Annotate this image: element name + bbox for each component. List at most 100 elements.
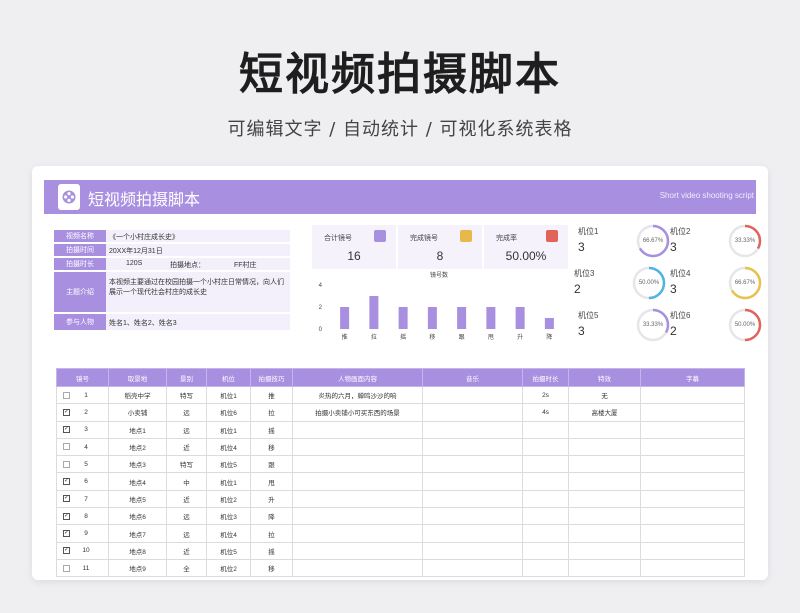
cell-sub[interactable] (640, 558, 745, 578)
location-value[interactable]: FF村庄 (234, 260, 257, 270)
cell-music[interactable] (422, 385, 523, 405)
cell-content[interactable] (292, 437, 423, 457)
done-checkbox[interactable]: ✓ (63, 547, 70, 555)
cell-sub[interactable] (640, 455, 745, 474)
shoot-time-value[interactable]: 20XX年12月31日 (106, 244, 290, 256)
cell-music[interactable] (422, 507, 523, 526)
cell-tech[interactable]: 跟 (250, 455, 293, 474)
cell-content[interactable] (292, 489, 423, 509)
cell-fx[interactable] (568, 472, 641, 491)
cell-tech[interactable]: 摇 (250, 541, 293, 560)
cell-sub[interactable] (640, 437, 745, 457)
cell-place[interactable]: 小卖铺 (108, 403, 167, 422)
done-checkbox[interactable] (63, 460, 70, 468)
cell-music[interactable] (422, 403, 523, 422)
cell-fx[interactable] (568, 489, 641, 509)
cell-scale[interactable]: 远 (166, 403, 207, 422)
done-checkbox[interactable]: ✓ (63, 495, 70, 503)
cell-music[interactable] (422, 489, 523, 509)
cell-scale[interactable]: 远 (166, 524, 207, 543)
cell-place[interactable]: 稻壳中学 (108, 385, 167, 405)
column-header[interactable]: 拍摄技巧 (250, 368, 293, 387)
cell-place[interactable]: 地点7 (108, 524, 167, 543)
cell-sub[interactable] (640, 385, 745, 405)
column-header[interactable]: 机位 (206, 368, 251, 387)
cell-cam[interactable]: 机位5 (206, 541, 251, 560)
cell-fx[interactable] (568, 437, 641, 457)
cell-scale[interactable]: 近 (166, 541, 207, 560)
cell-tech[interactable]: 甩 (250, 472, 293, 491)
cell-content[interactable] (292, 455, 423, 474)
column-header[interactable]: 景别 (166, 368, 207, 387)
people-value[interactable]: 姓名1、姓名2、姓名3 (106, 314, 290, 330)
cell-content[interactable] (292, 420, 423, 439)
duration-value[interactable]: 120S (126, 260, 142, 267)
cell-content[interactable]: 拍摄小卖铺小可买东西的场景 (292, 403, 423, 422)
intro-value[interactable]: 本视频主要通过在校园拍摄一个小村庄日常情况，向人们展示一个现代社会村庄的成长史 (106, 272, 290, 312)
cell-place[interactable]: 地点4 (108, 472, 167, 491)
cell-scale[interactable]: 近 (166, 437, 207, 457)
cell-scale[interactable]: 远 (166, 420, 207, 439)
cell-scale[interactable]: 近 (166, 489, 207, 509)
cell-sub[interactable] (640, 507, 745, 526)
cell-fx[interactable] (568, 420, 641, 439)
cell-tech[interactable]: 升 (250, 489, 293, 509)
cell-fx[interactable] (568, 507, 641, 526)
cell-sub[interactable] (640, 403, 745, 422)
done-checkbox[interactable]: ✓ (63, 478, 70, 486)
cell-dur[interactable] (522, 455, 569, 474)
done-checkbox[interactable]: ✓ (63, 529, 70, 537)
cell-content[interactable]: 炎热的六月，蝉鸣沙沙的响 (292, 385, 423, 405)
cell-dur[interactable]: 2s (522, 385, 569, 405)
cell-tech[interactable]: 推 (250, 385, 293, 405)
video-name-value[interactable]: 《一个小村庄成长史》 (106, 230, 290, 242)
cell-cam[interactable]: 机位6 (206, 403, 251, 422)
cell-music[interactable] (422, 558, 523, 578)
cell-fx[interactable]: 高楼大厦 (568, 403, 641, 422)
cell-sub[interactable] (640, 524, 745, 543)
cell-dur[interactable] (522, 541, 569, 560)
cell-fx[interactable] (568, 524, 641, 543)
cell-music[interactable] (422, 472, 523, 491)
cell-music[interactable] (422, 541, 523, 560)
done-checkbox[interactable] (63, 391, 70, 399)
cell-fx[interactable] (568, 558, 641, 578)
cell-place[interactable]: 地点1 (108, 420, 167, 439)
cell-tech[interactable]: 移 (250, 558, 293, 578)
cell-sub[interactable] (640, 472, 745, 491)
cell-scale[interactable]: 特写 (166, 455, 207, 474)
cell-cam[interactable]: 机位1 (206, 385, 251, 405)
cell-dur[interactable] (522, 507, 569, 526)
cell-sub[interactable] (640, 541, 745, 560)
cell-cam[interactable]: 机位1 (206, 472, 251, 491)
cell-place[interactable]: 地点5 (108, 489, 167, 509)
cell-scale[interactable]: 特写 (166, 385, 207, 405)
cell-scale[interactable]: 远 (166, 507, 207, 526)
column-header[interactable]: 音乐 (422, 368, 523, 387)
cell-cam[interactable]: 机位2 (206, 558, 251, 578)
cell-place[interactable]: 地点9 (108, 558, 167, 578)
done-checkbox[interactable]: ✓ (63, 408, 70, 416)
column-header[interactable]: 特效 (568, 368, 641, 387)
cell-content[interactable] (292, 541, 423, 560)
cell-content[interactable] (292, 507, 423, 526)
done-checkbox[interactable]: ✓ (63, 426, 70, 434)
cell-dur[interactable] (522, 472, 569, 491)
done-checkbox[interactable] (63, 443, 70, 451)
cell-cam[interactable]: 机位2 (206, 489, 251, 509)
cell-music[interactable] (422, 420, 523, 439)
cell-tech[interactable]: 摇 (250, 420, 293, 439)
cell-tech[interactable]: 移 (250, 437, 293, 457)
cell-music[interactable] (422, 524, 523, 543)
cell-music[interactable] (422, 437, 523, 457)
cell-content[interactable] (292, 524, 423, 543)
cell-place[interactable]: 地点3 (108, 455, 167, 474)
cell-dur[interactable] (522, 437, 569, 457)
cell-scale[interactable]: 中 (166, 472, 207, 491)
cell-place[interactable]: 地点2 (108, 437, 167, 457)
cell-tech[interactable]: 拉 (250, 524, 293, 543)
cell-sub[interactable] (640, 489, 745, 509)
cell-fx[interactable] (568, 455, 641, 474)
cell-cam[interactable]: 机位4 (206, 437, 251, 457)
done-checkbox[interactable] (63, 564, 70, 572)
